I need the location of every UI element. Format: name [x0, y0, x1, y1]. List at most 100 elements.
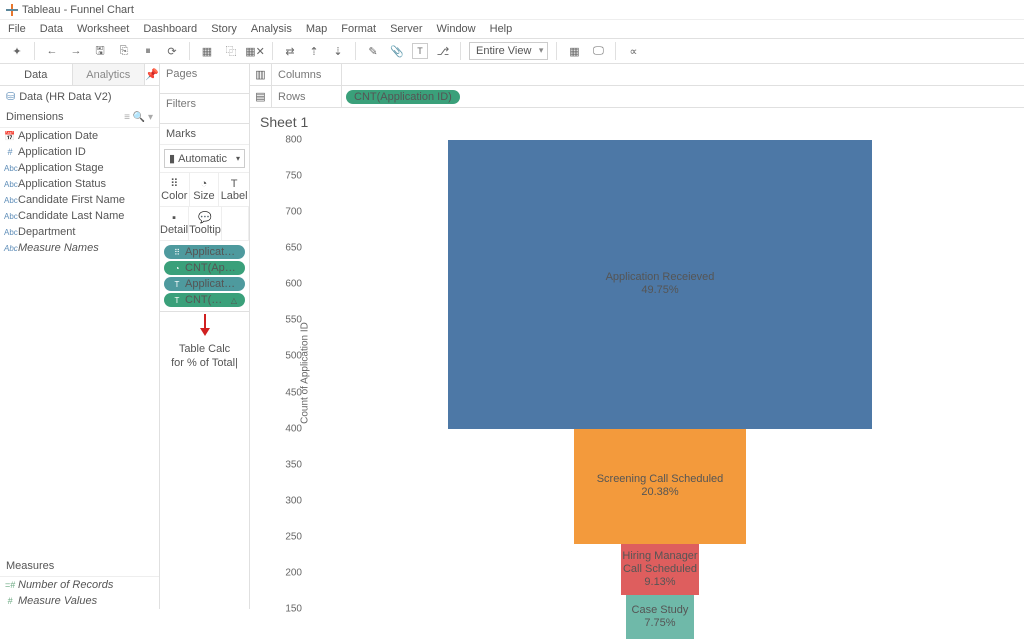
y-tick: 550	[274, 315, 302, 326]
fit-dropdown[interactable]: Entire View	[469, 42, 548, 60]
y-tick: 650	[274, 243, 302, 254]
dimension-department[interactable]: AbcDepartment	[0, 224, 159, 240]
sort-desc-icon[interactable]: ⇣	[329, 42, 347, 60]
y-tick: 400	[274, 423, 302, 434]
field-type-icon: Abc	[4, 164, 16, 173]
rows-pill[interactable]: CNT(Application ID)	[346, 90, 460, 104]
tableau-icon[interactable]: ✦	[8, 42, 26, 60]
dimension-application-id[interactable]: #Application ID	[0, 144, 159, 160]
dimensions-header: Dimensions ≡ 🔍 ▾	[0, 107, 159, 128]
menu-dashboard[interactable]: Dashboard	[143, 23, 197, 35]
bar-label: Hiring Manager Call Scheduled9.13%	[621, 550, 699, 590]
menu-server[interactable]: Server	[390, 23, 422, 35]
dimension-candidate-last-name[interactable]: AbcCandidate Last Name	[0, 208, 159, 224]
dimension-application-date[interactable]: 📅Application Date	[0, 128, 159, 144]
tab-data[interactable]: Data	[0, 64, 73, 85]
swap-icon[interactable]: ⇄	[281, 42, 299, 60]
menu-worksheet[interactable]: Worksheet	[77, 23, 129, 35]
refresh-icon[interactable]: ⟳	[163, 42, 181, 60]
sheet-title[interactable]: Sheet 1	[250, 108, 1024, 136]
columns-icon: ▥	[250, 64, 272, 85]
field-type-icon: =#	[4, 580, 16, 590]
sort-asc-icon[interactable]: ⇡	[305, 42, 323, 60]
y-tick: 300	[274, 495, 302, 506]
show-me-icon[interactable]: ▦	[565, 42, 583, 60]
tab-analytics[interactable]: Analytics	[73, 64, 146, 85]
y-tick: 350	[274, 459, 302, 470]
mark-pill[interactable]: ◔CNT(Applicati..	[164, 261, 245, 275]
filters-shelf[interactable]: Filters	[160, 94, 249, 124]
marks-size[interactable]: ◔Size	[190, 173, 220, 206]
menu-help[interactable]: Help	[490, 23, 513, 35]
label-toggle-icon[interactable]: T	[412, 43, 428, 59]
group-icon[interactable]: 📎	[388, 42, 406, 60]
datasource-icon: ⛁	[6, 90, 15, 103]
pin-icon[interactable]: 📌	[145, 64, 159, 85]
new-worksheet-icon[interactable]: ▦	[198, 42, 216, 60]
pill-icon: ⠿	[172, 247, 182, 257]
columns-shelf[interactable]: ▥ Columns	[250, 64, 1024, 86]
mark-type-dropdown[interactable]: ▮Automatic ▾	[164, 149, 245, 168]
highlight-icon[interactable]: ✎	[364, 42, 382, 60]
field-type-icon: 📅	[4, 131, 16, 142]
table-calc-icon: △	[231, 296, 237, 305]
marks-label: Marks	[160, 124, 249, 145]
marks-tooltip[interactable]: 💬Tooltip	[189, 207, 222, 240]
menu-format[interactable]: Format	[341, 23, 376, 35]
fix-axes-icon[interactable]: ⎇	[434, 42, 452, 60]
annotation-arrow-icon	[160, 312, 250, 338]
bar-hiring-manager-call-scheduled[interactable]: Hiring Manager Call Scheduled9.13%	[621, 544, 699, 595]
bar-screening-call-scheduled[interactable]: Screening Call Scheduled20.38%	[574, 429, 746, 544]
duplicate-icon[interactable]: ⿻	[222, 42, 240, 60]
menu-file[interactable]: File	[8, 23, 26, 35]
back-icon[interactable]: ←	[43, 42, 61, 60]
menu-map[interactable]: Map	[306, 23, 327, 35]
menu-window[interactable]: Window	[437, 23, 476, 35]
pause-icon[interactable]: ⏸	[139, 42, 157, 60]
pill-icon: T	[172, 279, 182, 289]
menu-data[interactable]: Data	[40, 23, 63, 35]
measure-measure-values[interactable]: #Measure Values	[0, 593, 159, 609]
pages-shelf[interactable]: Pages	[160, 64, 249, 94]
y-tick: 150	[274, 604, 302, 615]
y-tick: 800	[274, 135, 302, 146]
tooltip-icon: 💬	[198, 211, 212, 224]
menu-story[interactable]: Story	[211, 23, 237, 35]
measures-header: Measures	[0, 556, 159, 577]
mark-pill[interactable]: TCNT(Applic..△	[164, 293, 245, 307]
new-datasource-icon[interactable]: ⎘	[115, 42, 133, 60]
y-tick: 750	[274, 171, 302, 182]
dimension-application-stage[interactable]: AbcApplication Stage	[0, 160, 159, 176]
cards-pane: Pages Filters Marks ▮Automatic ▾ ⠿Color …	[160, 64, 250, 609]
marks-color[interactable]: ⠿Color	[160, 173, 190, 206]
marks-detail[interactable]: ▪Detail	[160, 207, 189, 240]
marks-label[interactable]: TLabel	[219, 173, 249, 206]
rows-shelf[interactable]: ▤ Rows CNT(Application ID)	[250, 86, 1024, 108]
tableau-logo-icon	[6, 4, 18, 16]
rows-icon: ▤	[250, 86, 272, 107]
menu-analysis[interactable]: Analysis	[251, 23, 292, 35]
save-icon[interactable]: 🖫	[91, 42, 109, 60]
dimension-application-status[interactable]: AbcApplication Status	[0, 176, 159, 192]
detail-icon: ▪	[172, 212, 176, 224]
bar-application-receieved[interactable]: Application Receieved49.75%	[448, 140, 873, 429]
field-type-icon: Abc	[4, 212, 16, 221]
annotation-text: Table Calc for % of Total|	[160, 338, 249, 375]
share-icon[interactable]: ∝	[624, 42, 642, 60]
dimension-measure-names[interactable]: AbcMeasure Names	[0, 240, 159, 256]
field-type-icon: Abc	[4, 196, 16, 205]
datasource-row[interactable]: ⛁ Data (HR Data V2)	[0, 86, 159, 107]
y-tick: 500	[274, 351, 302, 362]
color-icon: ⠿	[170, 177, 178, 190]
mark-pill[interactable]: TApplication St..	[164, 277, 245, 291]
mark-pill[interactable]: ⠿Application St..	[164, 245, 245, 259]
bar-case-study[interactable]: Case Study7.75%	[626, 595, 693, 639]
y-tick: 600	[274, 279, 302, 290]
datasource-name: Data (HR Data V2)	[19, 91, 111, 103]
measure-number-of-records[interactable]: =#Number of Records	[0, 577, 159, 593]
dimension-candidate-first-name[interactable]: AbcCandidate First Name	[0, 192, 159, 208]
presentation-icon[interactable]: 🖵	[589, 42, 607, 60]
clear-icon[interactable]: ▦✕	[246, 42, 264, 60]
chart-area[interactable]: Count of Application ID 1502002503003504…	[250, 136, 1024, 609]
forward-icon[interactable]: →	[67, 42, 85, 60]
